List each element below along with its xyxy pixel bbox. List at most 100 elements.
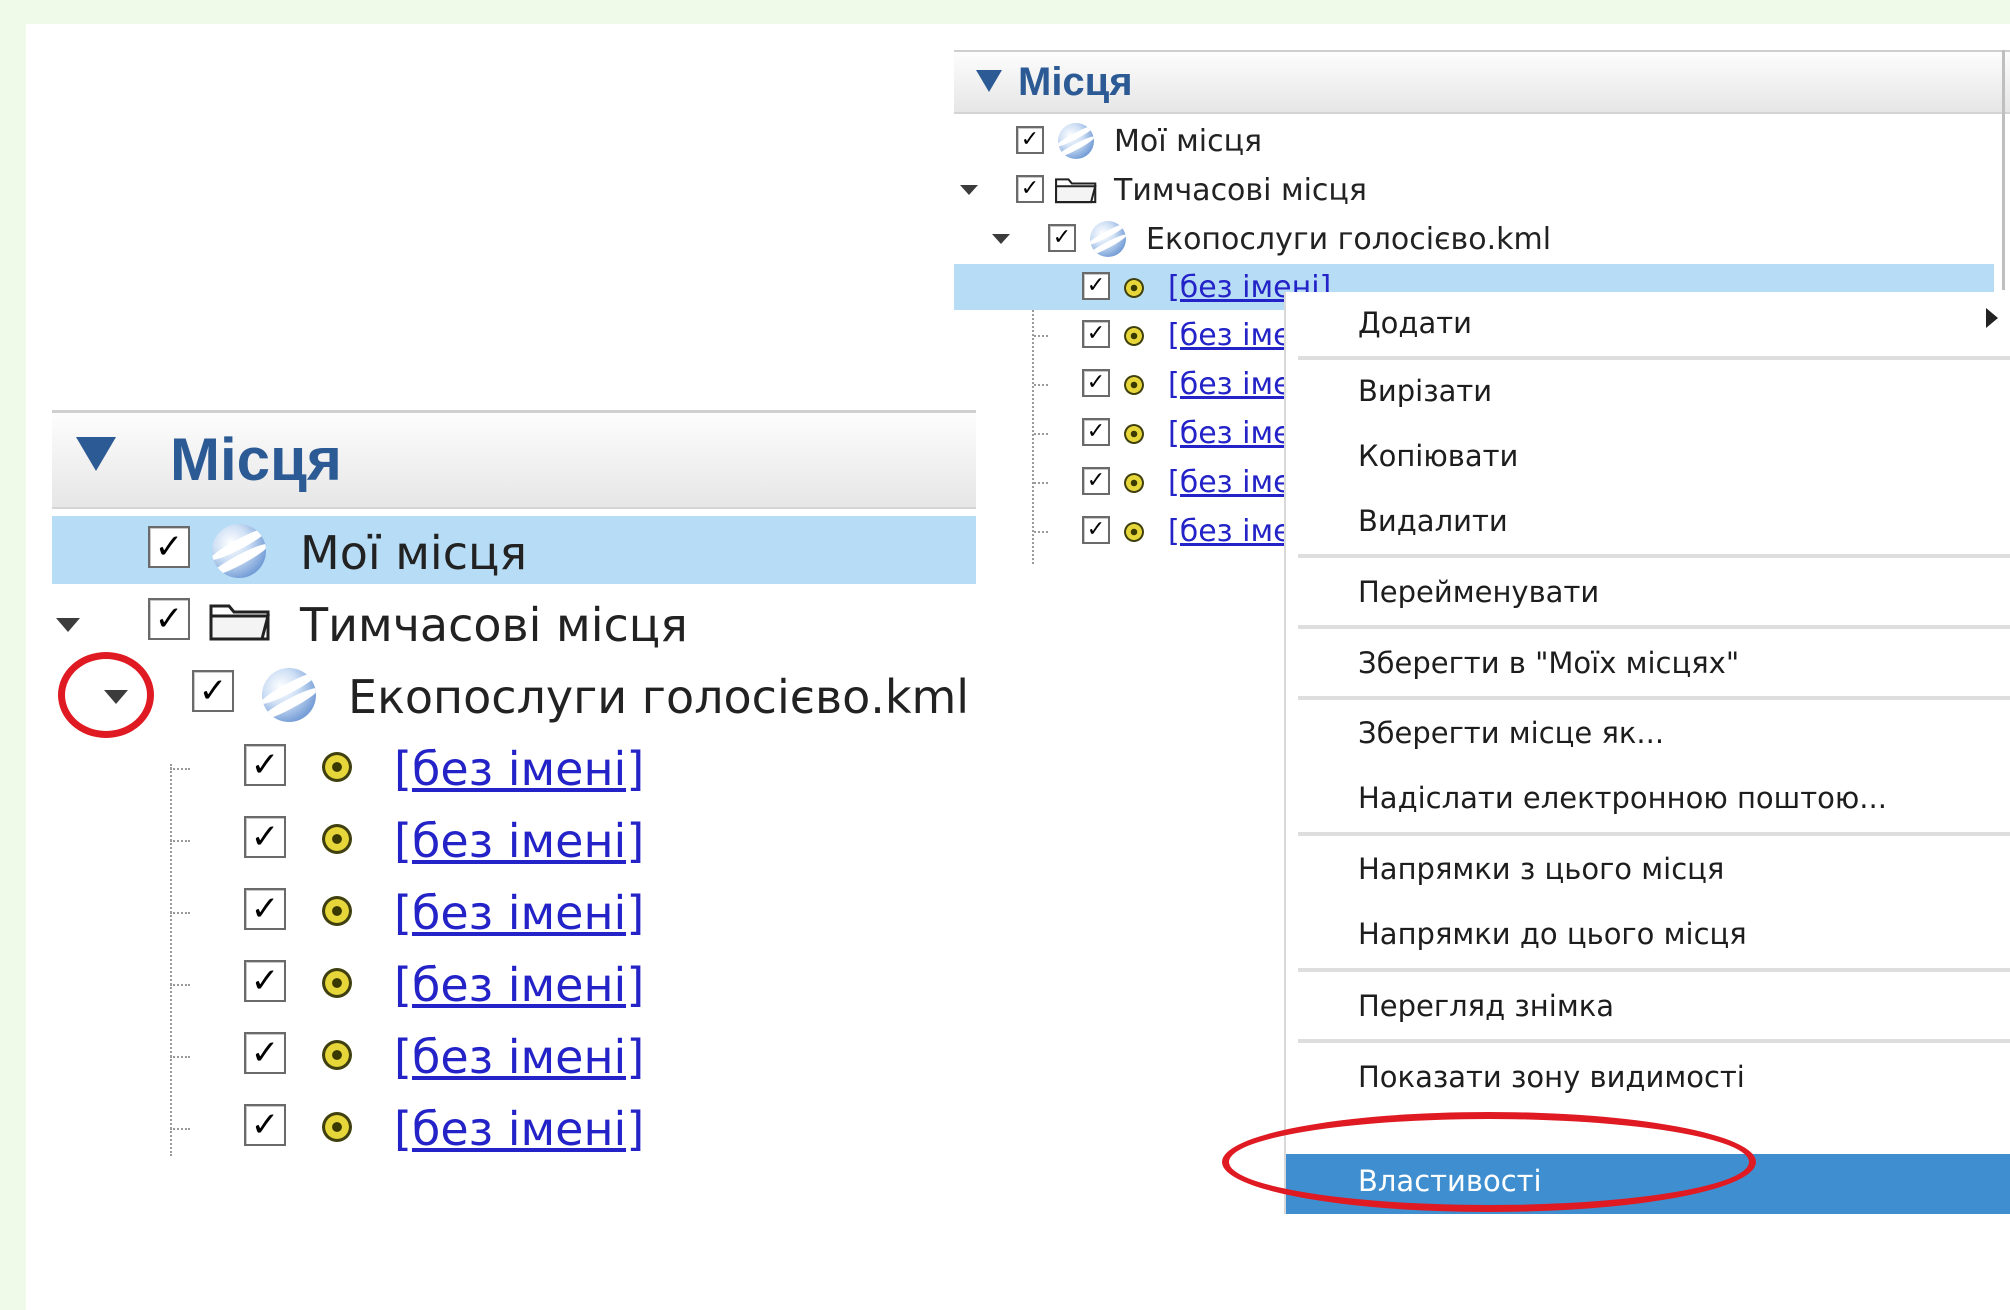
placemark-link[interactable]: [без імені]: [394, 742, 644, 796]
placemark-pin-icon: [322, 896, 352, 926]
kml-checkbox[interactable]: ✓: [192, 670, 234, 712]
menu-separator: [1298, 832, 2010, 836]
collapse-triangle-icon[interactable]: [976, 70, 1002, 92]
tree-guide-line: [170, 1128, 190, 1130]
placemark-pin-icon: [1124, 326, 1144, 346]
tree-guide-line: [170, 1056, 190, 1058]
menu-separator: [1298, 696, 2010, 700]
tree-guide-line: [1034, 335, 1048, 337]
tree-item-label: Мої місця: [1114, 124, 1263, 159]
menu-item-save-place-as[interactable]: Зберегти місце як...: [1358, 716, 1664, 750]
menu-item-cut[interactable]: Вирізати: [1358, 374, 1492, 408]
tree-item-placemark[interactable]: ✓ [без імені]: [152, 1094, 652, 1162]
expand-arrow-icon[interactable]: [56, 618, 80, 632]
globe-icon: [212, 524, 266, 578]
placemark-checkbox[interactable]: ✓: [1082, 369, 1110, 397]
temp-places-checkbox[interactable]: ✓: [1016, 175, 1044, 203]
tree-item-placemark[interactable]: ✓ [без іме: [954, 361, 1294, 407]
menu-separator: [1298, 968, 2010, 972]
my-places-checkbox[interactable]: ✓: [148, 526, 190, 568]
placemark-link[interactable]: [без іме: [1168, 465, 1292, 500]
panel-title: Місця: [170, 426, 342, 493]
panel-right-border: [2002, 50, 2005, 290]
tree-item-kml-file[interactable]: ✓ Екопослуги голосієво.kml: [954, 216, 1994, 262]
tree-item-label: Тимчасові місця: [300, 598, 688, 652]
tree-item-kml-file[interactable]: ✓ Екопослуги голосієво.kml: [52, 660, 976, 728]
tree-guide-line: [170, 768, 190, 770]
placemark-pin-icon: [1124, 278, 1144, 298]
placemark-checkbox[interactable]: ✓: [244, 888, 286, 930]
tree-item-placemark[interactable]: ✓ [без імені]: [152, 1022, 652, 1090]
temp-places-checkbox[interactable]: ✓: [148, 598, 190, 640]
menu-item-send-email[interactable]: Надіслати електронною поштою...: [1358, 781, 1887, 815]
placemark-link[interactable]: [без імені]: [394, 958, 644, 1012]
placemark-checkbox[interactable]: ✓: [1082, 467, 1110, 495]
tree-guide-line: [170, 840, 190, 842]
tree-guide-line: [1034, 433, 1048, 435]
placemark-pin-icon: [322, 752, 352, 782]
placemark-link[interactable]: [без іме: [1168, 367, 1292, 402]
placemark-checkbox[interactable]: ✓: [244, 960, 286, 1002]
placemark-pin-icon: [1124, 522, 1144, 542]
tree-item-label: Екопослуги голосієво.kml: [348, 670, 970, 724]
tree-item-placemark[interactable]: ✓ [без іме: [954, 312, 1294, 358]
menu-item-save-to-my-places[interactable]: Зберегти в "Моїх місцях": [1358, 646, 1739, 680]
placemark-pin-icon: [322, 1040, 352, 1070]
placemark-pin-icon: [322, 1112, 352, 1142]
menu-item-delete[interactable]: Видалити: [1358, 504, 1508, 538]
placemark-checkbox[interactable]: ✓: [244, 1104, 286, 1146]
menu-item-directions-to[interactable]: Напрямки до цього місця: [1358, 917, 1747, 951]
kml-checkbox[interactable]: ✓: [1048, 224, 1076, 252]
menu-item-label: Додати: [1358, 306, 1472, 340]
globe-icon: [1058, 123, 1094, 159]
tree-item-temporary-places[interactable]: ✓ Тимчасові місця: [954, 167, 1994, 213]
placemark-checkbox[interactable]: ✓: [244, 816, 286, 858]
tree-item-placemark[interactable]: ✓ [без іме: [954, 508, 1294, 554]
tree-item-placemark[interactable]: ✓ [без імені]: [152, 878, 652, 946]
collapse-triangle-icon[interactable]: [76, 437, 116, 471]
menu-item-rename[interactable]: Перейменувати: [1358, 575, 1599, 609]
placemark-pin-icon: [1124, 424, 1144, 444]
my-places-checkbox[interactable]: ✓: [1016, 126, 1044, 154]
tree-item-label: Екопослуги голосієво.kml: [1146, 222, 1552, 257]
left-panel-header[interactable]: Місця: [52, 410, 976, 509]
placemark-link[interactable]: [без іме: [1168, 318, 1292, 353]
expand-arrow-icon[interactable]: [992, 234, 1010, 244]
placemark-checkbox[interactable]: ✓: [244, 1032, 286, 1074]
menu-separator: [1298, 1039, 2010, 1043]
globe-icon: [1090, 221, 1126, 257]
tree-item-placemark[interactable]: ✓ [без імені]: [152, 806, 652, 874]
tree-item-label: Мої місця: [300, 526, 527, 580]
placemark-checkbox[interactable]: ✓: [1082, 418, 1110, 446]
tree-item-placemark[interactable]: ✓ [без імені]: [152, 950, 652, 1018]
placemark-link[interactable]: [без іме: [1168, 416, 1292, 451]
placemark-link[interactable]: [без іме: [1168, 514, 1292, 549]
expand-arrow-icon[interactable]: [960, 185, 978, 195]
placemark-checkbox[interactable]: ✓: [244, 744, 286, 786]
tree-item-placemark[interactable]: ✓ [без імені]: [152, 734, 652, 802]
placemark-link[interactable]: [без імені]: [394, 1102, 644, 1156]
placemark-checkbox[interactable]: ✓: [1082, 516, 1110, 544]
right-panel-header[interactable]: Місця: [954, 50, 2010, 114]
placemark-checkbox[interactable]: ✓: [1082, 272, 1110, 300]
placemark-pin-icon: [1124, 375, 1144, 395]
tree-item-placemark[interactable]: ✓ [без іме: [954, 459, 1294, 505]
tree-guide-line: [170, 984, 190, 986]
folder-icon: [209, 604, 270, 641]
menu-item-view-snapshot[interactable]: Перегляд знімка: [1358, 989, 1614, 1023]
tree-item-placemark[interactable]: ✓ [без іме: [954, 410, 1294, 456]
placemark-checkbox[interactable]: ✓: [1082, 320, 1110, 348]
folder-icon: [1055, 178, 1097, 204]
tree-item-temporary-places[interactable]: ✓ Тимчасові місця: [52, 588, 976, 656]
menu-item-add[interactable]: Додати: [1286, 292, 2010, 354]
submenu-arrow-icon: [1986, 308, 1998, 328]
placemark-link[interactable]: [без імені]: [394, 814, 644, 868]
menu-item-directions-from[interactable]: Напрямки з цього місця: [1358, 852, 1724, 886]
menu-item-copy[interactable]: Копіювати: [1358, 439, 1518, 473]
placemark-link[interactable]: [без імені]: [394, 886, 644, 940]
menu-item-show-viewshed[interactable]: Показати зону видимості: [1358, 1060, 1745, 1094]
tree-item-my-places[interactable]: ✓ Мої місця: [954, 118, 1994, 164]
tree-item-my-places[interactable]: ✓ Мої місця: [52, 516, 976, 584]
placemark-link[interactable]: [без імені]: [394, 1030, 644, 1084]
screenshot-canvas: Місця ✓ Мої місця ✓ Тимчасові місця ✓ Ек: [26, 24, 2010, 1310]
